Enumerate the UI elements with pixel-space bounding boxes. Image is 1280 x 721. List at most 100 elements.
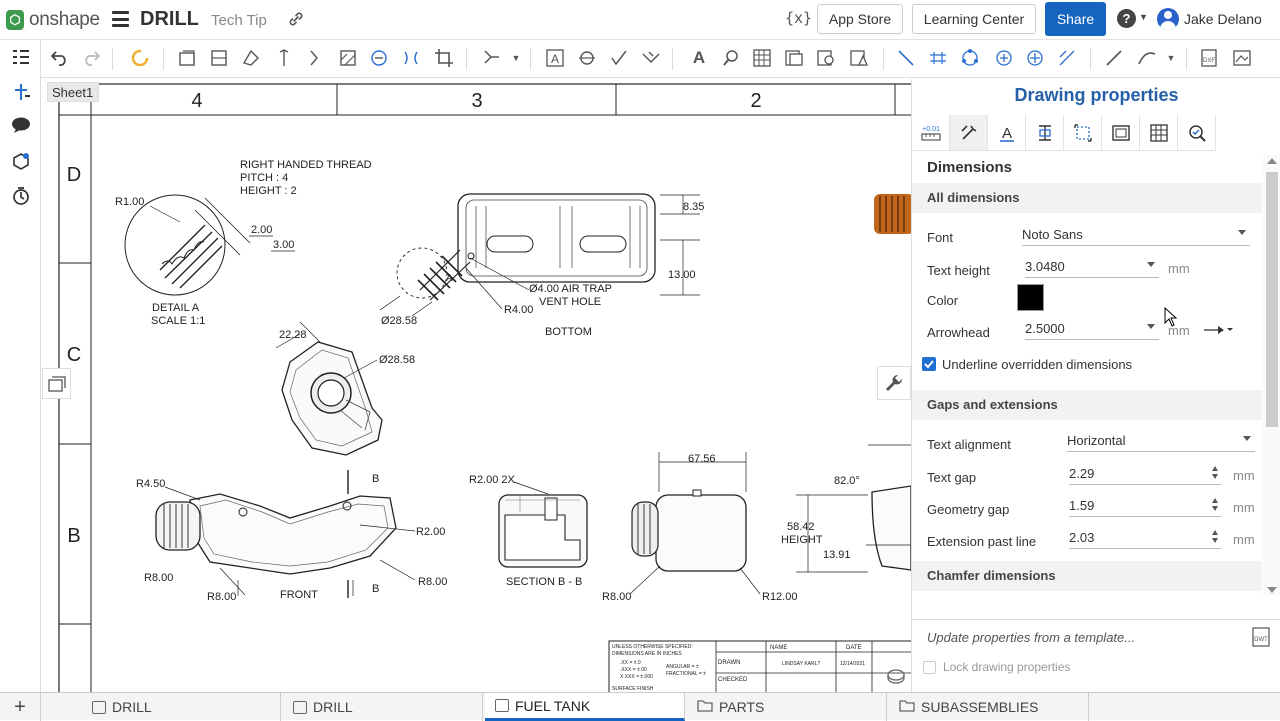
tab-tables[interactable] bbox=[1026, 115, 1064, 151]
workspace-name[interactable]: Tech Tip bbox=[211, 12, 267, 29]
add-tab-icon[interactable]: + bbox=[0, 693, 41, 721]
aligned-section-icon[interactable] bbox=[305, 48, 325, 68]
link-icon[interactable] bbox=[287, 10, 305, 33]
geometry-tools-icon[interactable] bbox=[482, 48, 502, 68]
sheets-panel-icon[interactable] bbox=[42, 368, 71, 399]
detail-view-a[interactable] bbox=[124, 194, 251, 296]
line-icon[interactable] bbox=[896, 48, 916, 68]
text-gap-input[interactable]: 2.29 bbox=[1069, 463, 1221, 485]
lock-properties-checkbox[interactable] bbox=[923, 661, 936, 674]
point-icon[interactable] bbox=[1025, 48, 1045, 68]
scroll-down-icon[interactable] bbox=[1267, 587, 1277, 593]
bom-table-icon[interactable] bbox=[784, 48, 804, 68]
arrowhead-style-icon[interactable] bbox=[1203, 323, 1233, 342]
undo-icon[interactable] bbox=[50, 48, 70, 68]
right-view[interactable] bbox=[796, 444, 911, 573]
broken-out-section-icon[interactable] bbox=[338, 48, 358, 68]
shaded-part-preview[interactable] bbox=[874, 194, 911, 234]
group-all-dimensions[interactable]: All dimensions bbox=[912, 183, 1262, 213]
color-swatch[interactable] bbox=[1017, 284, 1044, 311]
section-view-icon[interactable] bbox=[274, 48, 294, 68]
spline-icon[interactable] bbox=[1137, 48, 1157, 68]
font-dropdown[interactable]: Noto Sans bbox=[1022, 224, 1250, 246]
tab-sheet[interactable] bbox=[1102, 115, 1140, 151]
update-icon[interactable] bbox=[130, 48, 150, 68]
parts-icon[interactable] bbox=[10, 150, 32, 172]
learning-center-button[interactable]: Learning Center bbox=[912, 4, 1036, 34]
group-chamfer-dimensions[interactable]: Chamfer dimensions bbox=[912, 561, 1262, 591]
history-icon[interactable] bbox=[10, 185, 32, 207]
isometric-view[interactable] bbox=[275, 321, 383, 456]
tab-inspection[interactable] bbox=[1178, 115, 1216, 151]
centerline-icon[interactable] bbox=[928, 48, 948, 68]
app-store-button[interactable]: App Store bbox=[817, 4, 903, 34]
variables-icon[interactable]: {x} bbox=[785, 9, 812, 27]
feature-list-panel-icon[interactable] bbox=[10, 46, 32, 68]
tab-parts-folder[interactable]: PARTS bbox=[687, 693, 887, 721]
section-view[interactable] bbox=[498, 481, 588, 568]
front-view[interactable] bbox=[155, 470, 416, 598]
bolt-circle-icon[interactable] bbox=[960, 48, 980, 68]
break-view-icon[interactable] bbox=[401, 48, 421, 68]
drawing-canvas[interactable]: 4 3 2 D C B RIGHT HANDED THREAD PITCH : … bbox=[42, 79, 911, 692]
tab-subassemblies-folder[interactable]: SUBASSEMBLIES bbox=[889, 693, 1089, 721]
update-from-template-link[interactable]: Update properties from a template... bbox=[927, 630, 1135, 645]
tab-grid[interactable] bbox=[1140, 115, 1178, 151]
tab-drill-partstudio[interactable]: DRILL bbox=[82, 693, 281, 721]
tab-dimensions[interactable] bbox=[950, 115, 988, 151]
comments-icon[interactable] bbox=[10, 114, 32, 136]
wrench-icon[interactable] bbox=[877, 366, 911, 400]
table-icon[interactable] bbox=[752, 48, 772, 68]
help-icon[interactable]: ? bbox=[1117, 9, 1136, 28]
panel-scrollbar[interactable] bbox=[1263, 155, 1280, 595]
text-alignment-dropdown[interactable]: Horizontal bbox=[1067, 430, 1255, 452]
export-dxf-icon[interactable]: DXF bbox=[1199, 48, 1219, 68]
weld-symbol-icon[interactable] bbox=[641, 48, 661, 68]
geometry-tools-caret-icon[interactable]: ▼ bbox=[506, 48, 526, 68]
text-icon[interactable]: A bbox=[689, 48, 709, 68]
document-name[interactable]: DRILL bbox=[140, 8, 199, 31]
underline-label: Underline overridden dimensions bbox=[942, 357, 1133, 372]
note-icon[interactable]: A bbox=[545, 48, 565, 68]
projected-view-icon[interactable] bbox=[209, 48, 229, 68]
crop-view-icon[interactable] bbox=[434, 48, 454, 68]
scroll-thumb[interactable] bbox=[1266, 172, 1278, 427]
detail-view-icon[interactable] bbox=[369, 48, 389, 68]
geometry-gap-input[interactable]: 1.59 bbox=[1069, 495, 1221, 517]
side-view[interactable] bbox=[629, 452, 761, 595]
tab-fuel-tank-drawing[interactable]: FUEL TANK bbox=[485, 693, 685, 721]
hole-table-icon[interactable] bbox=[816, 48, 836, 68]
inspect-icon[interactable] bbox=[721, 48, 741, 68]
group-gaps-extensions[interactable]: Gaps and extensions bbox=[912, 390, 1262, 420]
text-alignment-caret-icon bbox=[1243, 436, 1251, 441]
tab-drill-assembly[interactable]: DRILL bbox=[283, 693, 483, 721]
view-cube-icon[interactable] bbox=[885, 664, 907, 686]
template-file-icon[interactable]: DWT bbox=[1252, 627, 1270, 652]
scroll-up-icon[interactable] bbox=[1267, 158, 1277, 164]
user-menu[interactable]: Jake Delano bbox=[1157, 8, 1262, 30]
chamfer-dimension-icon[interactable] bbox=[1057, 48, 1077, 68]
callout-icon[interactable] bbox=[577, 48, 597, 68]
instance-list-icon[interactable] bbox=[10, 81, 32, 103]
surface-finish-icon[interactable] bbox=[609, 48, 629, 68]
center-mark-icon[interactable] bbox=[994, 48, 1014, 68]
onshape-logo[interactable]: ⬡ onshape bbox=[6, 9, 100, 31]
export-image-icon[interactable] bbox=[1232, 48, 1252, 68]
redo-icon[interactable] bbox=[81, 48, 101, 68]
tab-text[interactable]: A bbox=[988, 115, 1026, 151]
tab-dimensions-precision[interactable]: +0.01 bbox=[912, 115, 950, 151]
underline-checkbox[interactable] bbox=[922, 357, 936, 371]
auxiliary-view-icon[interactable] bbox=[241, 48, 261, 68]
tab-views[interactable] bbox=[1064, 115, 1102, 151]
text-height-dropdown[interactable]: 3.0480 bbox=[1025, 256, 1159, 278]
sheet-tab[interactable]: Sheet1 bbox=[47, 82, 99, 102]
revision-table-icon[interactable] bbox=[849, 48, 869, 68]
share-button[interactable]: Share bbox=[1045, 2, 1106, 36]
hamburger-menu-icon[interactable] bbox=[112, 11, 129, 27]
arrowhead-dropdown[interactable]: 2.5000 bbox=[1025, 318, 1159, 340]
sketch-line-icon[interactable] bbox=[1104, 48, 1124, 68]
extension-past-line-input[interactable]: 2.03 bbox=[1069, 527, 1221, 549]
help-caret-icon[interactable]: ▼ bbox=[1139, 12, 1148, 22]
insert-view-icon[interactable] bbox=[177, 48, 197, 68]
spline-caret-icon[interactable]: ▼ bbox=[1161, 48, 1181, 68]
